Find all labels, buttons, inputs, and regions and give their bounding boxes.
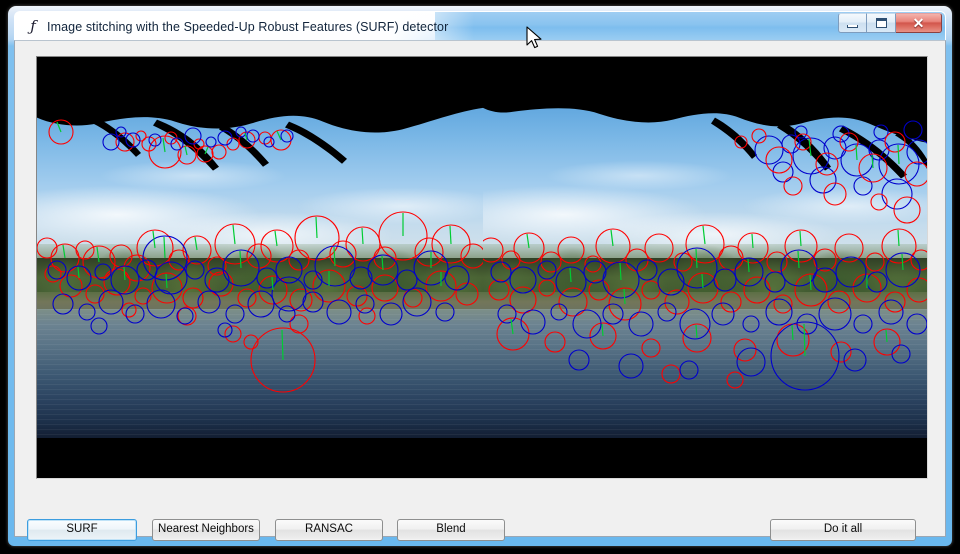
application-window: ƒ Image stitching with the Speeded-Up Ro… [8,6,952,546]
title-bar[interactable]: ƒ Image stitching with the Speeded-Up Ro… [14,11,946,40]
window-controls: ✕ [838,13,942,33]
surf-keypoints-right [483,98,928,438]
surf-button[interactable]: SURF [27,519,137,541]
minimize-button[interactable] [838,13,867,33]
window-title: Image stitching with the Speeded-Up Robu… [47,20,448,34]
right-photo [483,98,928,438]
do-it-all-button-label: Do it all [824,524,862,536]
blend-button-label: Blend [436,524,465,536]
left-photo [37,98,483,438]
ransac-button[interactable]: RANSAC [275,519,383,541]
close-icon: ✕ [913,16,925,30]
maximize-button[interactable] [867,13,896,33]
title-bar-caption: ƒ Image stitching with the Speeded-Up Ro… [15,12,474,40]
maximize-icon [876,18,887,28]
do-it-all-button[interactable]: Do it all [770,519,916,541]
surf-button-label: SURF [66,524,97,536]
minimize-icon [847,25,858,28]
function-integral-icon: ƒ [25,19,41,34]
client-area: SURF Nearest Neighbors RANSAC Blend Do i… [14,40,946,537]
surf-keypoints-left [37,98,483,438]
surf-feature-visualization[interactable] [36,56,928,479]
ransac-button-label: RANSAC [305,524,353,536]
close-button[interactable]: ✕ [896,13,942,33]
nearest-neighbors-button-label: Nearest Neighbors [158,524,254,536]
blend-button[interactable]: Blend [397,519,505,541]
nearest-neighbors-button[interactable]: Nearest Neighbors [152,519,260,541]
